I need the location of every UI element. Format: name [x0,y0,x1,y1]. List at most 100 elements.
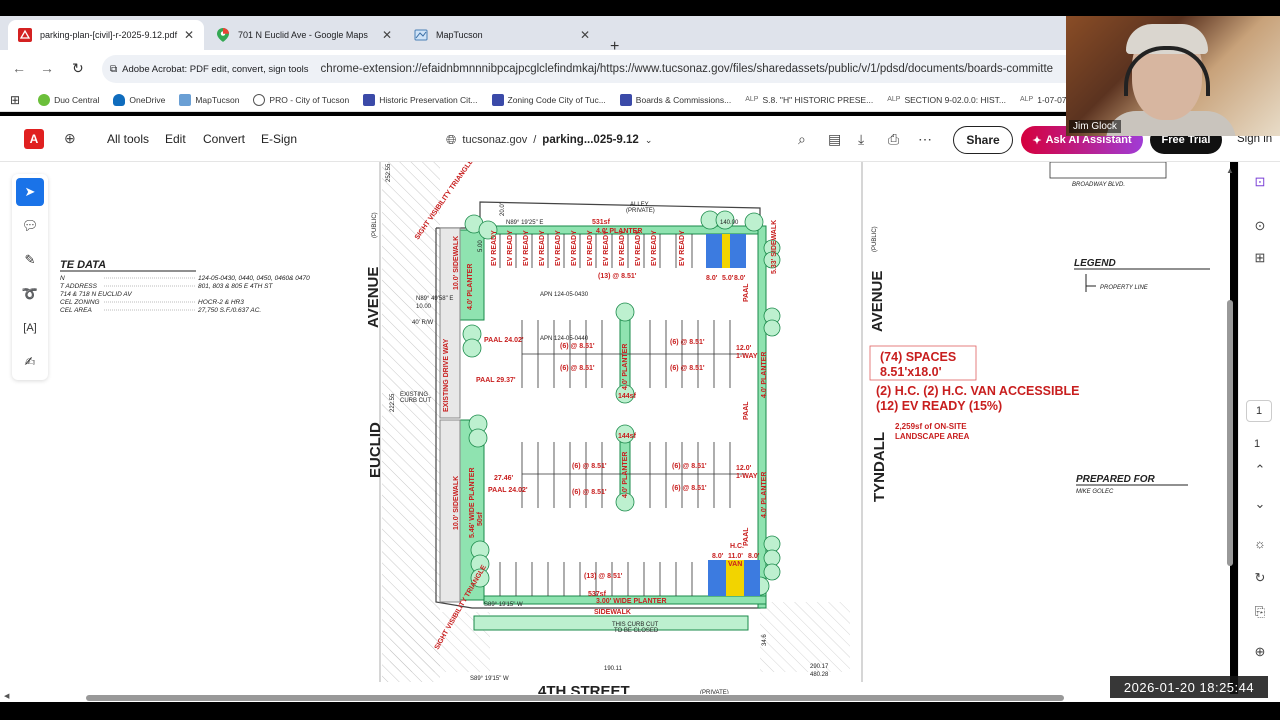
zoom-in-icon[interactable]: ⊕ [1251,644,1269,660]
globe-icon [253,93,266,106]
more-options-icon[interactable]: ⋯ [918,131,932,148]
summary-landscape-1: 2,259sf of ON-SITE [895,422,967,431]
thumbnails-grid-icon[interactable]: ⊞ [1251,250,1269,266]
apn-top-label: APN 124-05-0430 [540,292,589,298]
bookmark-label: SECTION 9-02.0.0: HIST... [904,94,1006,105]
bookmark-boards-commissions[interactable]: Boards & Commissions... [619,93,731,106]
forward-arrow-icon[interactable]: → [40,60,54,76]
freehand-draw-icon[interactable]: ➰ [16,280,44,308]
apps-grid-icon[interactable]: ⊞ [10,93,20,107]
left-tool-rail: ➤ 💬︎ ✎ ➰ [A] ✍︎ [0,162,60,696]
bookmark-zoning-code[interactable]: Zoning Code City of Tuc... [491,93,606,106]
bookmark-1-07-07[interactable]: ALP 1-07-07 [1020,95,1067,105]
bookmark-label: PRO - City of Tucson [269,94,350,105]
ev-label: EV READY [539,230,546,266]
scroll-up-icon[interactable]: ▲ [1226,166,1234,175]
sf-144-label: 144sf [618,433,637,440]
pdf-icon [18,28,32,42]
ev-label: EV READY [635,230,642,266]
document-info-icon[interactable]: ⎘ [1251,604,1269,620]
dim-34: 34.6 [762,634,768,646]
select-cursor-icon[interactable]: ➤ [16,178,44,206]
summary-landscape-2: LANDSCAPE AREA [895,432,970,441]
reload-icon[interactable]: ↻ [72,60,84,77]
extension-chip[interactable]: ⧉ Adobe Acrobat: PDF edit, convert, sign… [110,64,321,75]
close-icon[interactable]: ✕ [580,28,590,42]
recording-timestamp: 2026-01-20 18:25:44 [1110,676,1268,698]
search-icon[interactable]: ⌕ [798,131,806,148]
curb-cut-label2: TO BE CLOSED [614,628,659,634]
theme-toggle-icon[interactable]: ☼ [1251,536,1269,551]
current-page-input[interactable]: 1 [1246,400,1272,422]
site-data-key: 714 & 718 N EUCLID AV [60,291,132,298]
tab-parking-plan[interactable]: parking-plan-[civil]-r-2025-9.12.pdf ✕ [8,20,204,50]
dim-label: 27.46' [494,475,514,482]
tab-google-maps[interactable]: 701 N Euclid Ave - Google Maps ✕ [206,20,402,50]
ev-label: EV READY [603,230,610,266]
menu-edit[interactable]: Edit [165,132,186,146]
ev-label: EV READY [619,230,626,266]
bookmark-onedrive[interactable]: OneDrive [113,93,165,106]
acrobat-logo-icon[interactable]: A [24,129,44,149]
map-pin-icon [216,28,230,42]
six-at-label: (6) @ 8.51' [670,339,705,346]
site-data-value: HOCR-2 & HR3 [198,299,244,306]
dim-10: 10.00 [416,304,432,310]
tab-label: parking-plan-[civil]-r-2025-9.12.pdf [40,30,178,40]
menu-convert[interactable]: Convert [203,132,245,146]
bookmark-maptucson[interactable]: MapTucson [179,93,239,106]
bearing-bottom2: S89° 19'15" W [470,676,509,682]
site-data-key: T ADDRESS [60,283,98,290]
puzzle-icon: ⧉ [110,63,118,75]
scroll-thumb[interactable] [86,695,1064,701]
bookmark-duo-central[interactable]: Duo Central [38,93,100,106]
back-arrow-icon[interactable]: ← [12,60,26,76]
sparkle-icon: ✦ [1032,134,1042,147]
close-icon[interactable]: ✕ [382,28,392,42]
legend-title: LEGEND [1074,258,1116,269]
menu-esign[interactable]: E-Sign [261,132,297,146]
address-bar[interactable]: ⧉ Adobe Acrobat: PDF edit, convert, sign… [102,55,1102,83]
hc-dim-label: 11.0' [728,553,743,560]
rotate-icon[interactable]: ↻ [1251,570,1269,586]
scroll-thumb[interactable] [1227,300,1233,566]
close-icon[interactable]: ✕ [184,28,194,42]
globe-icon: 🌐︎ [446,132,457,147]
comments-panel-icon[interactable]: ⊙ [1251,218,1269,234]
sidewalk-left-label: 10.0' SIDEWALK [453,236,460,290]
comment-icon[interactable]: 💬︎ [16,212,44,240]
sign-icon[interactable]: ✍︎ [16,348,44,376]
horizontal-scrollbar[interactable]: ◀ [0,692,1280,702]
document-name[interactable]: parking...025-9.12 [542,134,639,146]
row-count-top: (13) @ 8.51' [598,273,637,280]
vertical-scrollbar[interactable]: ▲ [1226,166,1234,566]
tab-maptucson[interactable]: MapTucson ✕ [404,20,600,50]
ai-summary-icon[interactable]: ⊡ [1251,174,1269,190]
summary-size: 8.51'x18.0' [880,365,942,379]
text-box-icon[interactable]: [A] [16,314,44,342]
page-up-icon[interactable]: ⌃ [1251,462,1269,478]
bookmark-s8-historic[interactable]: ALP S.8. "H" HISTORIC PRESE... [745,95,873,105]
bookmark-historic-preservation[interactable]: Historic Preservation Cit... [363,93,478,106]
sidewalk-left-label: 10.0' SIDEWALK [453,476,460,530]
menu-all-tools[interactable]: All tools [107,132,149,146]
add-tool-icon[interactable]: ⊕ [64,130,76,147]
chevron-down-icon[interactable]: ⌄ [645,135,653,146]
url-text: chrome-extension://efaidnbmnnnibpcajpcgl… [320,63,1054,75]
print-icon[interactable]: ⎙ [888,131,899,148]
scroll-left-icon[interactable]: ◀ [4,692,9,700]
bookmark-section-9-02[interactable]: ALP SECTION 9-02.0.0: HIST... [887,95,1006,105]
paal-vertical: PAAL [743,401,750,420]
pdf-viewport[interactable]: EV READY EV READY EV READY EV READY EV R… [60,162,1230,696]
highlight-pen-icon[interactable]: ✎ [16,246,44,274]
bookmark-label: Duo Central [54,94,100,105]
page-down-icon[interactable]: ⌄ [1251,496,1269,512]
bookmark-pro-tucson[interactable]: PRO - City of Tucson [253,93,350,106]
legend-item: PROPERTY LINE [1100,285,1149,291]
ev-label: EV READY [679,230,686,266]
download-icon[interactable]: ⤓ [858,131,864,148]
hc-dim-label: 8.0' [712,553,724,560]
van-label: VAN [728,561,742,568]
share-button[interactable]: Share [953,126,1013,154]
page-view-icon[interactable]: ▤ [828,131,841,148]
